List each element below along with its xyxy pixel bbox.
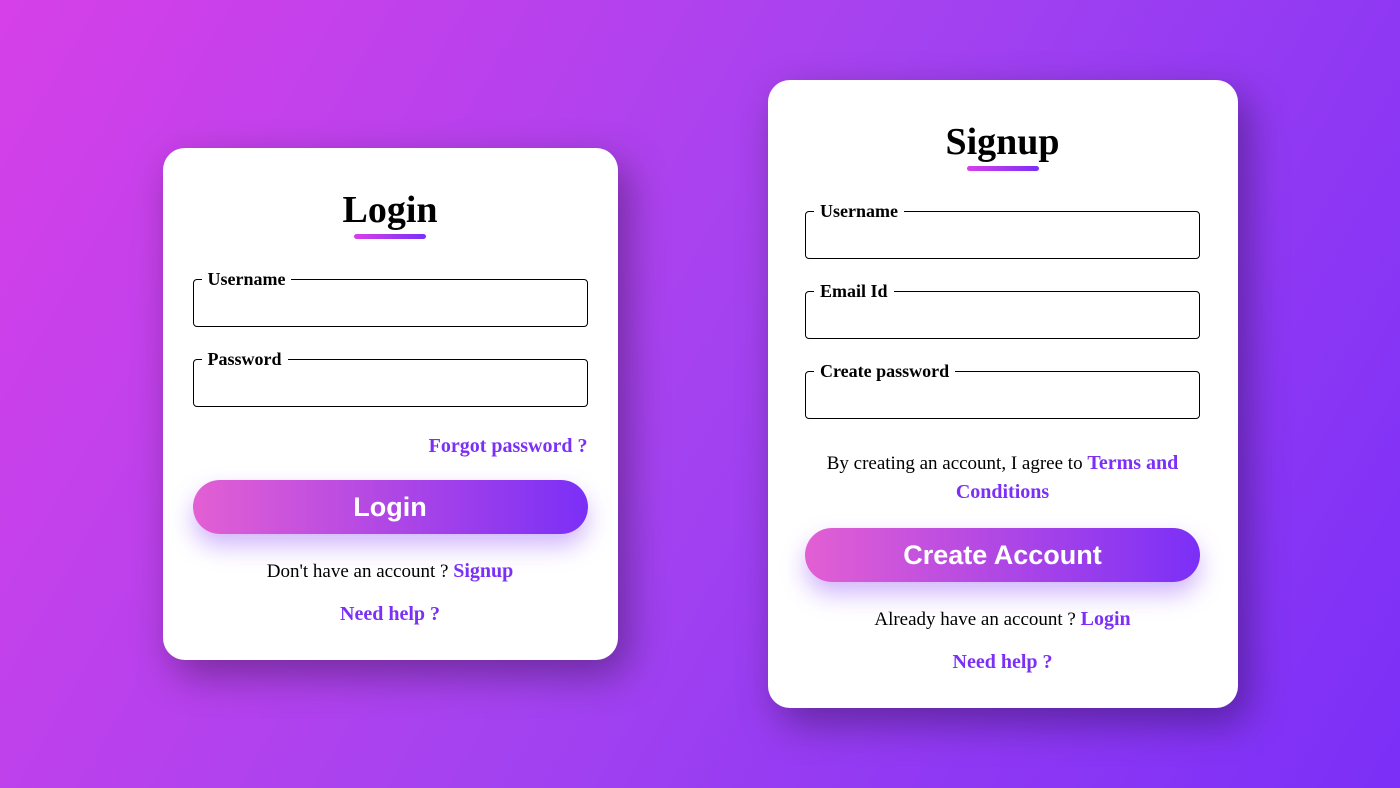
signup-help-link[interactable]: Need help ? [953, 651, 1053, 674]
login-username-label: Username [202, 269, 292, 290]
login-username-input[interactable] [202, 290, 579, 322]
signup-username-group: Username [805, 201, 1200, 259]
signup-email-label: Email Id [814, 281, 894, 302]
terms-row: By creating an account, I agree to Terms… [805, 449, 1200, 506]
title-underline [354, 234, 426, 239]
login-title: Login [342, 188, 437, 232]
no-account-text: Don't have an account ? [267, 561, 453, 582]
signup-card: Signup Username Email Id Create password… [768, 80, 1238, 708]
have-account-text: Already have an account ? [874, 609, 1080, 630]
login-password-label: Password [202, 349, 288, 370]
login-username-group: Username [193, 269, 588, 327]
login-help-link[interactable]: Need help ? [340, 603, 440, 626]
signup-email-input[interactable] [814, 302, 1191, 334]
login-card: Login Username Password Forgot password … [163, 148, 618, 660]
login-signup-row: Don't have an account ? Signup [267, 560, 514, 583]
login-password-input[interactable] [202, 370, 579, 402]
signup-username-label: Username [814, 201, 904, 222]
signup-login-row: Already have an account ? Login [874, 608, 1130, 631]
signup-username-input[interactable] [814, 222, 1191, 254]
signup-title: Signup [945, 120, 1059, 164]
login-link[interactable]: Login [1081, 608, 1131, 630]
title-underline [967, 166, 1039, 171]
create-account-button[interactable]: Create Account [805, 528, 1200, 582]
signup-password-label: Create password [814, 361, 955, 382]
signup-email-group: Email Id [805, 281, 1200, 339]
forgot-password-link[interactable]: Forgot password ? [429, 435, 588, 457]
forgot-password-row: Forgot password ? [193, 435, 588, 458]
signup-password-group: Create password [805, 361, 1200, 419]
signup-password-input[interactable] [814, 382, 1191, 414]
agree-text: By creating an account, I agree to [827, 453, 1088, 474]
login-button[interactable]: Login [193, 480, 588, 534]
signup-link[interactable]: Signup [453, 560, 513, 582]
login-password-group: Password [193, 349, 588, 407]
